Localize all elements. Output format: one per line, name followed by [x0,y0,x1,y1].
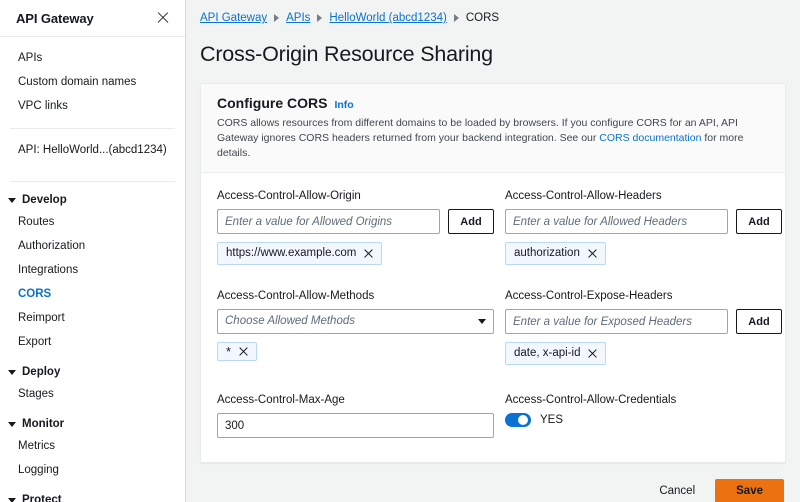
remove-chip-icon[interactable] [238,346,249,357]
field-allow-methods: Access-Control-Allow-Methods Choose Allo… [217,289,494,365]
sidebar: API Gateway APIs Custom domain names VPC… [0,0,186,502]
exposed-headers-input[interactable] [505,309,728,334]
sidebar-group-label: Monitor [22,418,65,430]
form-row-3: Access-Control-Max-Age Access-Control-Al… [217,393,769,438]
field-label: Access-Control-Max-Age [217,394,345,406]
sidebar-group-deploy: Deploy Stages [0,354,185,406]
sidebar-item-logging[interactable]: Logging [0,458,185,482]
chevron-down-icon [8,422,16,427]
sidebar-item-authorization[interactable]: Authorization [0,234,185,258]
allowed-origins-input[interactable] [217,209,440,234]
add-exposed-header-button[interactable]: Add [736,309,782,334]
chip-label: date, x-api-id [514,347,581,359]
sidebar-item-reimport[interactable]: Reimport [0,306,185,330]
breadcrumb: API Gateway APIs HelloWorld (abcd1234) C… [200,0,786,24]
panel-header: Configure CORS Info CORS allows resource… [201,84,785,173]
panel-footer: Cancel Save [200,463,786,502]
form-row-1: Access-Control-Allow-Origin Add https://… [217,189,782,265]
main-content: API Gateway APIs HelloWorld (abcd1234) C… [186,0,800,502]
field-label: Access-Control-Allow-Methods [217,290,375,302]
chevron-right-icon [317,14,323,22]
remove-chip-icon[interactable] [587,348,598,359]
chevron-down-icon [478,319,486,324]
configure-cors-panel: Configure CORS Info CORS allows resource… [200,83,786,463]
sidebar-group-label: Develop [22,194,67,206]
field-label: Access-Control-Allow-Origin [217,190,361,202]
sidebar-header: API Gateway [0,0,185,37]
field-max-age: Access-Control-Max-Age [217,393,494,438]
field-expose-headers: Access-Control-Expose-Headers Add date, … [505,289,782,365]
exposed-headers-chips: date, x-api-id [505,342,782,365]
breadcrumb-item-api-gateway[interactable]: API Gateway [200,12,267,24]
form-row-2: Access-Control-Allow-Methods Choose Allo… [217,289,782,365]
allow-credentials-state: YES [540,414,564,426]
breadcrumb-item-cors: CORS [465,12,500,24]
chevron-right-icon [274,14,280,22]
chevron-down-icon [8,498,16,502]
chip-allowed-origin: https://www.example.com [217,242,383,265]
field-label: Access-Control-Expose-Headers [505,290,673,302]
sidebar-item-export[interactable]: Export [0,330,185,354]
close-icon[interactable] [155,10,171,26]
chevron-right-icon [453,14,459,22]
sidebar-group-monitor: Monitor Metrics Logging [0,406,185,482]
sidebar-item-integrations[interactable]: Integrations [0,258,185,282]
field-allow-headers: Access-Control-Allow-Headers Add authori… [505,189,782,265]
add-header-button[interactable]: Add [736,209,782,234]
field-label: Access-Control-Allow-Headers [505,190,662,202]
cancel-button[interactable]: Cancel [651,480,703,502]
chip-label: authorization [514,247,580,259]
allowed-headers-input[interactable] [505,209,728,234]
allowed-origins-chips: https://www.example.com [217,242,494,265]
chip-allowed-method: * [217,342,258,361]
api-gateway-console: API Gateway APIs Custom domain names VPC… [0,0,800,502]
allowed-methods-chips: * [217,342,494,361]
sidebar-item-custom-domain-names[interactable]: Custom domain names [0,70,185,94]
breadcrumb-item-apis[interactable]: APIs [286,12,310,24]
sidebar-group-header-monitor[interactable]: Monitor [0,406,185,434]
cors-documentation-link[interactable]: CORS documentation [599,132,701,144]
sidebar-item-vpc-links[interactable]: VPC links [0,94,185,118]
sidebar-top-links: APIs Custom domain names VPC links [0,37,185,118]
sidebar-group-label: Protect [22,494,62,502]
sidebar-item-apis[interactable]: APIs [0,46,185,70]
field-allow-origin: Access-Control-Allow-Origin Add https://… [217,189,494,265]
chip-label: https://www.example.com [226,247,357,259]
sidebar-title: API Gateway [16,10,94,26]
info-link[interactable]: Info [334,99,353,111]
chip-allowed-header: authorization [505,242,606,265]
sidebar-group-protect: Protect Throttling [0,482,185,502]
sidebar-group-header-deploy[interactable]: Deploy [0,354,185,382]
chip-label: * [226,343,232,359]
sidebar-group-label: Deploy [22,366,61,378]
allow-credentials-toggle[interactable] [505,413,531,427]
sidebar-api-context[interactable]: API: HelloWorld...(abcd1234) [0,129,185,171]
panel-body: Access-Control-Allow-Origin Add https://… [201,173,785,462]
max-age-input[interactable] [217,413,494,438]
allowed-methods-select[interactable]: Choose Allowed Methods [217,309,494,334]
sidebar-item-routes[interactable]: Routes [0,210,185,234]
remove-chip-icon[interactable] [587,248,598,259]
chevron-down-icon [8,370,16,375]
panel-description: CORS allows resources from different dom… [217,116,769,161]
sidebar-group-develop: Develop Routes Authorization Integration… [0,182,185,354]
field-label: Access-Control-Allow-Credentials [505,394,677,406]
breadcrumb-item-helloworld[interactable]: HelloWorld (abcd1234) [329,12,446,24]
remove-chip-icon[interactable] [363,248,374,259]
panel-title: Configure CORS [217,95,328,111]
save-button[interactable]: Save [715,479,784,502]
sidebar-group-header-protect[interactable]: Protect [0,482,185,502]
chip-exposed-header: date, x-api-id [505,342,607,365]
field-allow-credentials: Access-Control-Allow-Credentials YES [505,393,782,438]
sidebar-group-header-develop[interactable]: Develop [0,182,185,210]
sidebar-item-stages[interactable]: Stages [0,382,185,406]
sidebar-item-cors[interactable]: CORS [0,282,185,306]
add-origin-button[interactable]: Add [448,209,494,234]
sidebar-item-metrics[interactable]: Metrics [0,434,185,458]
page-title: Cross-Origin Resource Sharing [200,42,493,66]
allowed-headers-chips: authorization [505,242,782,265]
toggle-knob [518,415,528,425]
chevron-down-icon [8,198,16,203]
